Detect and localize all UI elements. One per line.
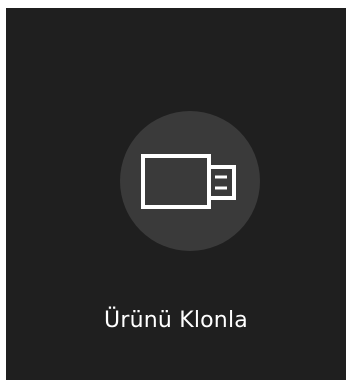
usb-drive-icon xyxy=(141,154,236,209)
menu-item-label: Ürünü Klonla xyxy=(104,308,248,333)
icon-circle xyxy=(120,111,260,251)
clone-product-tile[interactable]: Ürünü Klonla xyxy=(6,8,346,380)
